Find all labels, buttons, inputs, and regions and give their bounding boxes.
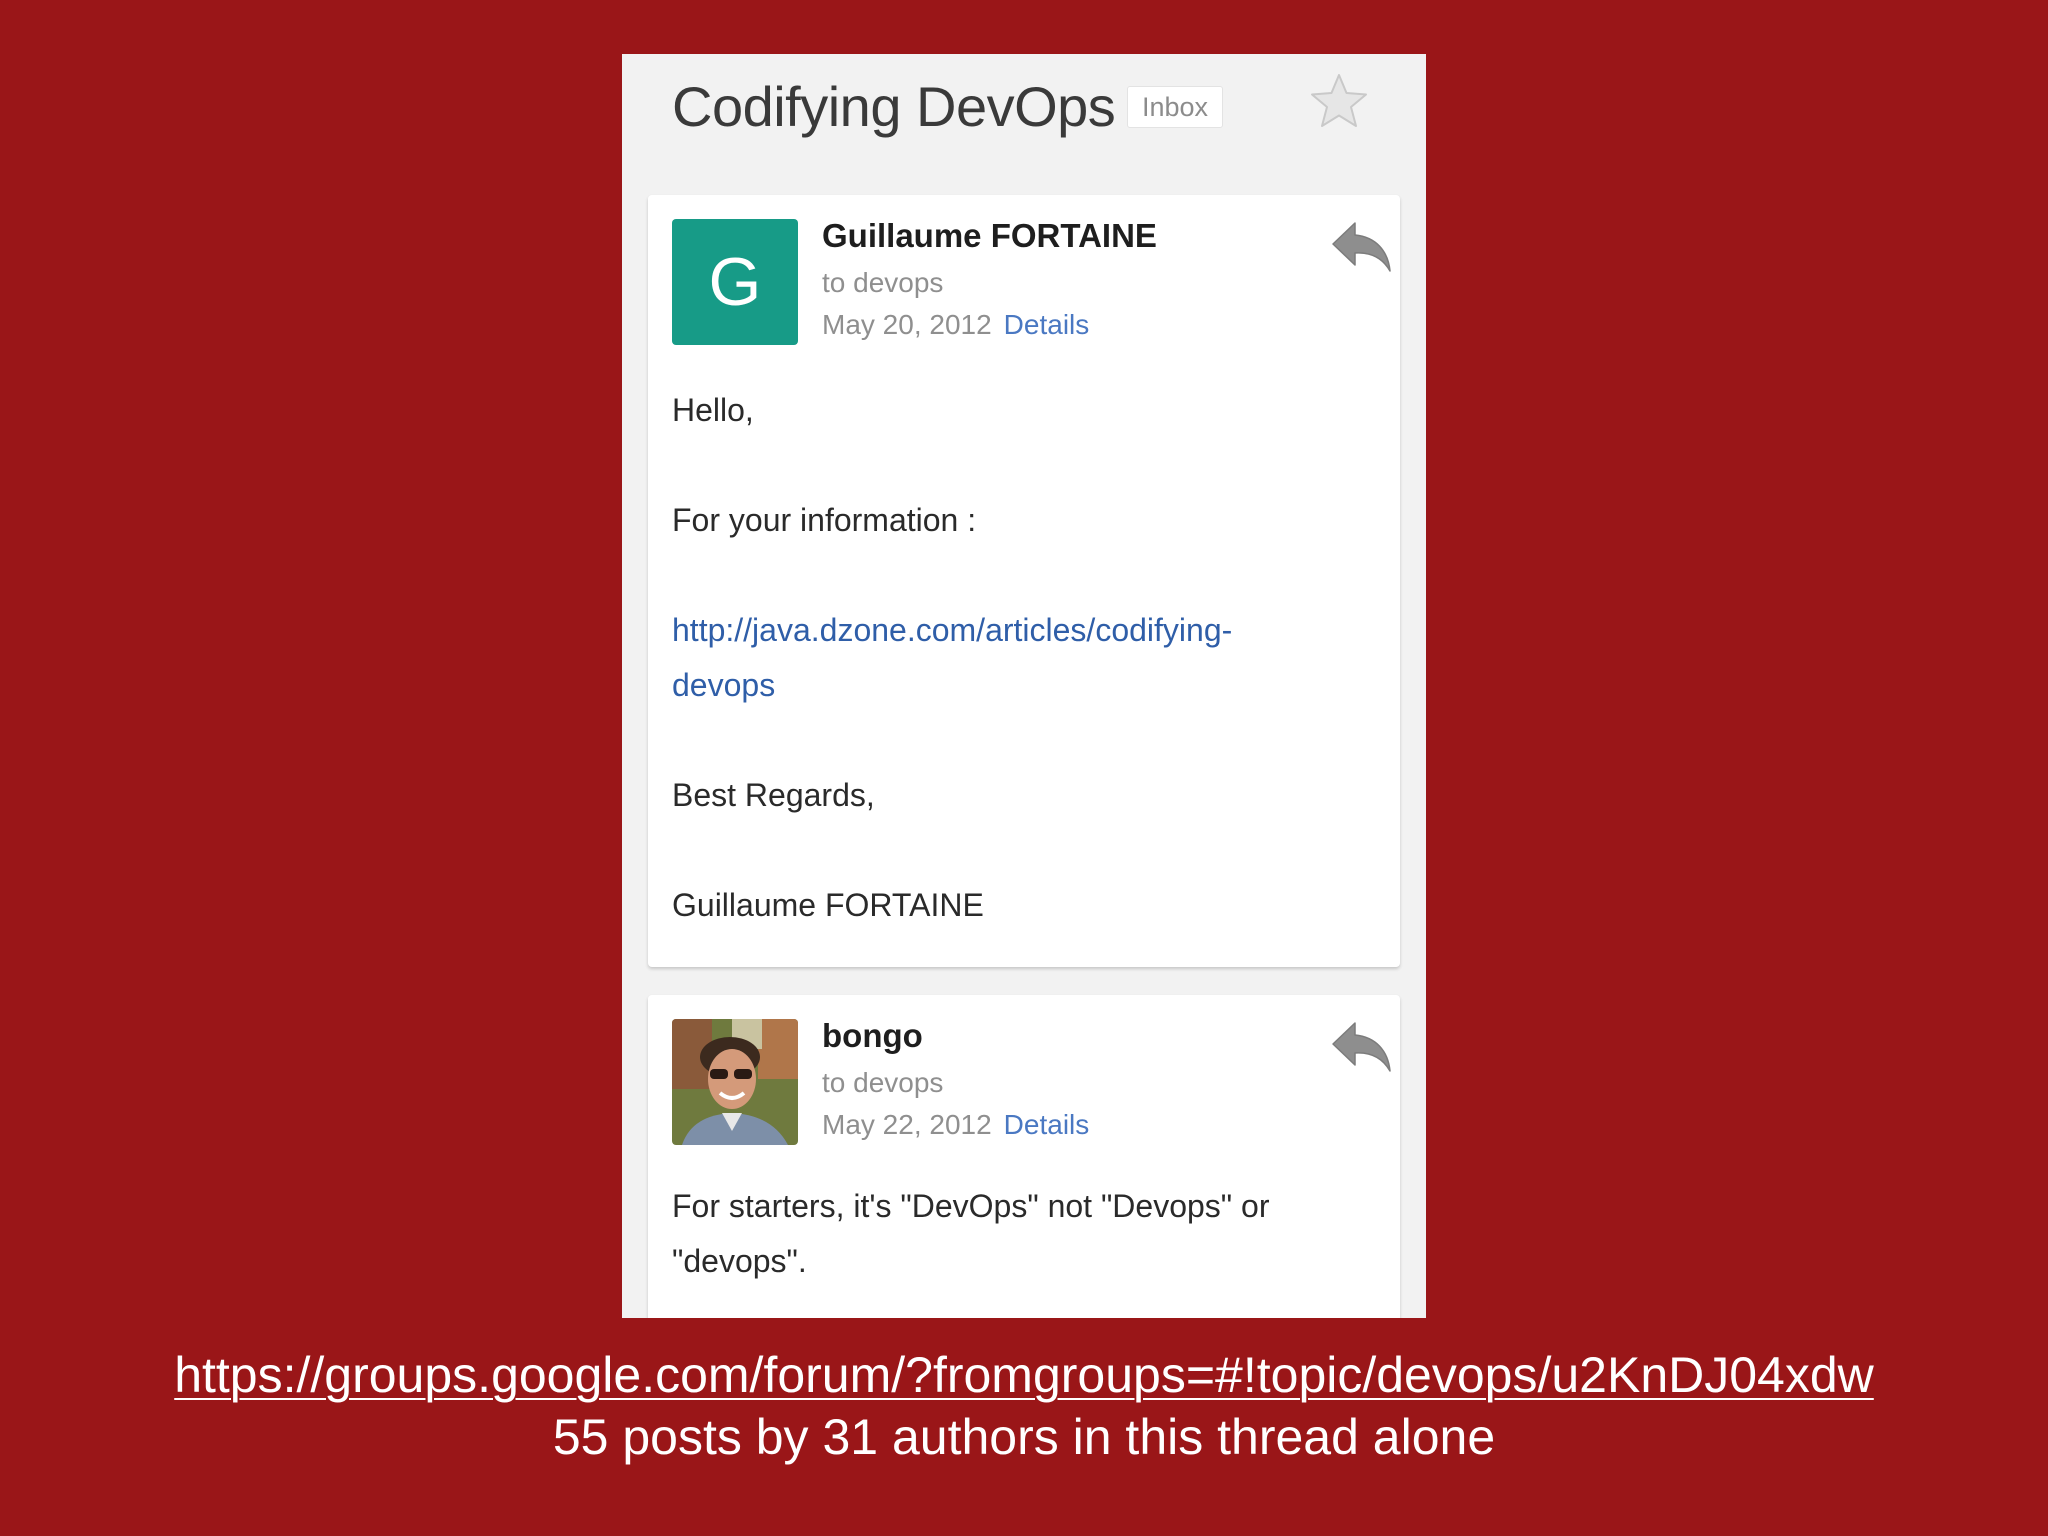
thread-title: Codifying DevOps — [672, 75, 1116, 138]
thread-source-link[interactable]: https://groups.google.com/forum/?fromgro… — [0, 1346, 2048, 1404]
recipient-line: to devops — [822, 267, 944, 298]
details-link[interactable]: Details — [1004, 1109, 1090, 1140]
star-icon[interactable] — [1308, 70, 1370, 132]
body-signature: Guillaume FORTAINE — [672, 887, 984, 923]
message-card: bongo to devops May 22, 2012 Details For … — [648, 995, 1400, 1318]
reply-icon[interactable] — [1328, 1017, 1394, 1077]
body-greeting: Hello, — [672, 392, 754, 428]
article-link-continued[interactable]: devops — [672, 658, 1340, 713]
avatar-photo — [672, 1019, 798, 1145]
avatar: G — [672, 219, 798, 345]
sender-name: bongo — [822, 1017, 923, 1054]
body-closing: Best Regards, — [672, 777, 875, 813]
body-line: "devops". — [672, 1243, 807, 1279]
message-meta: May 22, 2012 Details — [822, 1109, 1089, 1141]
thread-header: Codifying DevOps Inbox — [622, 54, 1426, 194]
body-line: For starters, it's "DevOps" not "Devops"… — [672, 1188, 1270, 1224]
email-thread-screenshot: Codifying DevOps Inbox G Guillaume FORTA… — [622, 54, 1426, 1318]
message-card: G Guillaume FORTAINE to devops May 20, 2… — [648, 195, 1400, 967]
message-meta: May 20, 2012 Details — [822, 309, 1089, 341]
details-link[interactable]: Details — [1004, 309, 1090, 340]
thread-stats-caption: 55 posts by 31 authors in this thread al… — [552, 1409, 1496, 1465]
inbox-label[interactable]: Inbox — [1127, 86, 1224, 128]
message-date: May 20, 2012 — [822, 309, 992, 340]
body-intro: For your information : — [672, 502, 977, 538]
message-date: May 22, 2012 — [822, 1109, 992, 1140]
recipient-line: to devops — [822, 1067, 944, 1098]
article-link[interactable]: http://java.dzone.com/articles/codifying… — [672, 603, 1340, 658]
sender-name: Guillaume FORTAINE — [822, 217, 1157, 254]
reply-icon[interactable] — [1328, 217, 1394, 277]
